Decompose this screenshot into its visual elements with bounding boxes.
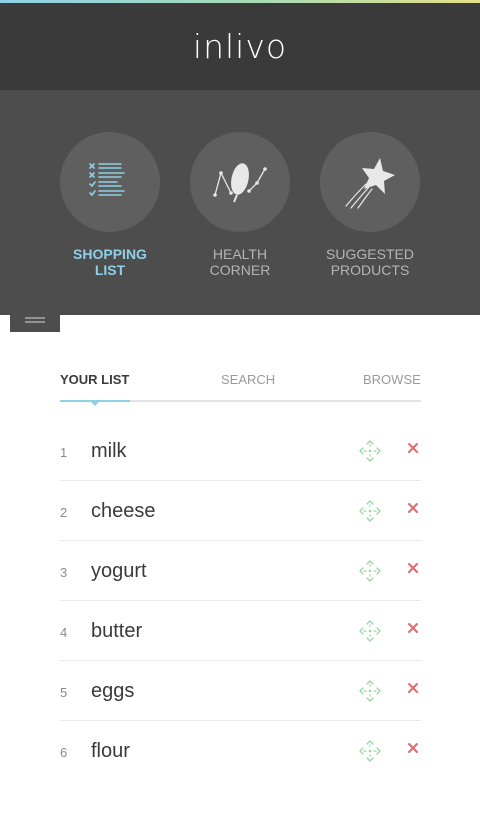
nav-label: SUGGESTED PRODUCTS (326, 246, 414, 278)
delete-icon[interactable] (406, 681, 420, 695)
list-item[interactable]: 3 yogurt (60, 541, 421, 601)
move-handle-icon[interactable] (358, 499, 382, 523)
move-handle-icon[interactable] (358, 559, 382, 583)
nav-label: SHOPPING LIST (73, 246, 147, 278)
delete-icon[interactable] (406, 561, 420, 575)
move-handle-icon[interactable] (358, 679, 382, 703)
tab-browse[interactable]: BROWSE (363, 372, 421, 387)
item-name: yogurt (91, 560, 147, 582)
nav-label: HEALTH CORNER (209, 246, 271, 278)
list-item[interactable]: 4 butter (60, 601, 421, 661)
nav-circle (190, 132, 290, 232)
list-item[interactable]: 1 milk (60, 421, 421, 481)
delete-icon[interactable] (406, 501, 420, 515)
health-leaf-icon (213, 163, 267, 203)
item-name: flour (91, 740, 130, 762)
item-number: 2 (60, 505, 68, 520)
nav-panel: SHOPPING LIST HEALTH CORNER SUGGESTED PR… (0, 90, 480, 315)
drawer-handle[interactable] (10, 308, 60, 332)
item-name: eggs (91, 680, 135, 702)
nav-suggested-products[interactable]: SUGGESTED PRODUCTS (320, 132, 420, 278)
move-handle-icon[interactable] (358, 619, 382, 643)
item-name: butter (91, 620, 143, 642)
tab-your-list[interactable]: YOUR LIST (60, 372, 129, 387)
shopping-list-icon (89, 163, 125, 197)
list-item[interactable]: 5 eggs (60, 661, 421, 721)
nav-health-corner[interactable]: HEALTH CORNER (190, 132, 290, 278)
item-name: milk (91, 440, 127, 462)
nav-shopping-list[interactable]: SHOPPING LIST (60, 132, 160, 278)
item-number: 1 (60, 445, 68, 460)
nav-circle (60, 132, 160, 232)
item-name: cheese (91, 500, 156, 522)
tab-search[interactable]: SEARCH (221, 372, 275, 387)
shooting-star-icon (345, 158, 395, 209)
list-tabs: YOUR LIST SEARCH BROWSE (60, 366, 421, 406)
app-logo: inlivo (192, 27, 288, 66)
move-handle-icon[interactable] (358, 739, 382, 763)
app-header: inlivo (0, 3, 480, 90)
item-number: 4 (60, 625, 68, 640)
active-tab-caret (91, 402, 99, 406)
move-handle-icon[interactable] (358, 439, 382, 463)
delete-icon[interactable] (406, 741, 420, 755)
item-number: 3 (60, 565, 68, 580)
nav-circle (320, 132, 420, 232)
shopping-list: 1 milk 2 cheese 3 yogurt 4 butter 5 eggs 6 flour (60, 421, 421, 781)
delete-icon[interactable] (406, 441, 420, 455)
list-item[interactable]: 2 cheese (60, 481, 421, 541)
item-number: 5 (60, 685, 68, 700)
menu-lines-icon (25, 317, 45, 323)
delete-icon[interactable] (406, 621, 420, 635)
list-item[interactable]: 6 flour (60, 721, 421, 781)
item-number: 6 (60, 745, 68, 760)
